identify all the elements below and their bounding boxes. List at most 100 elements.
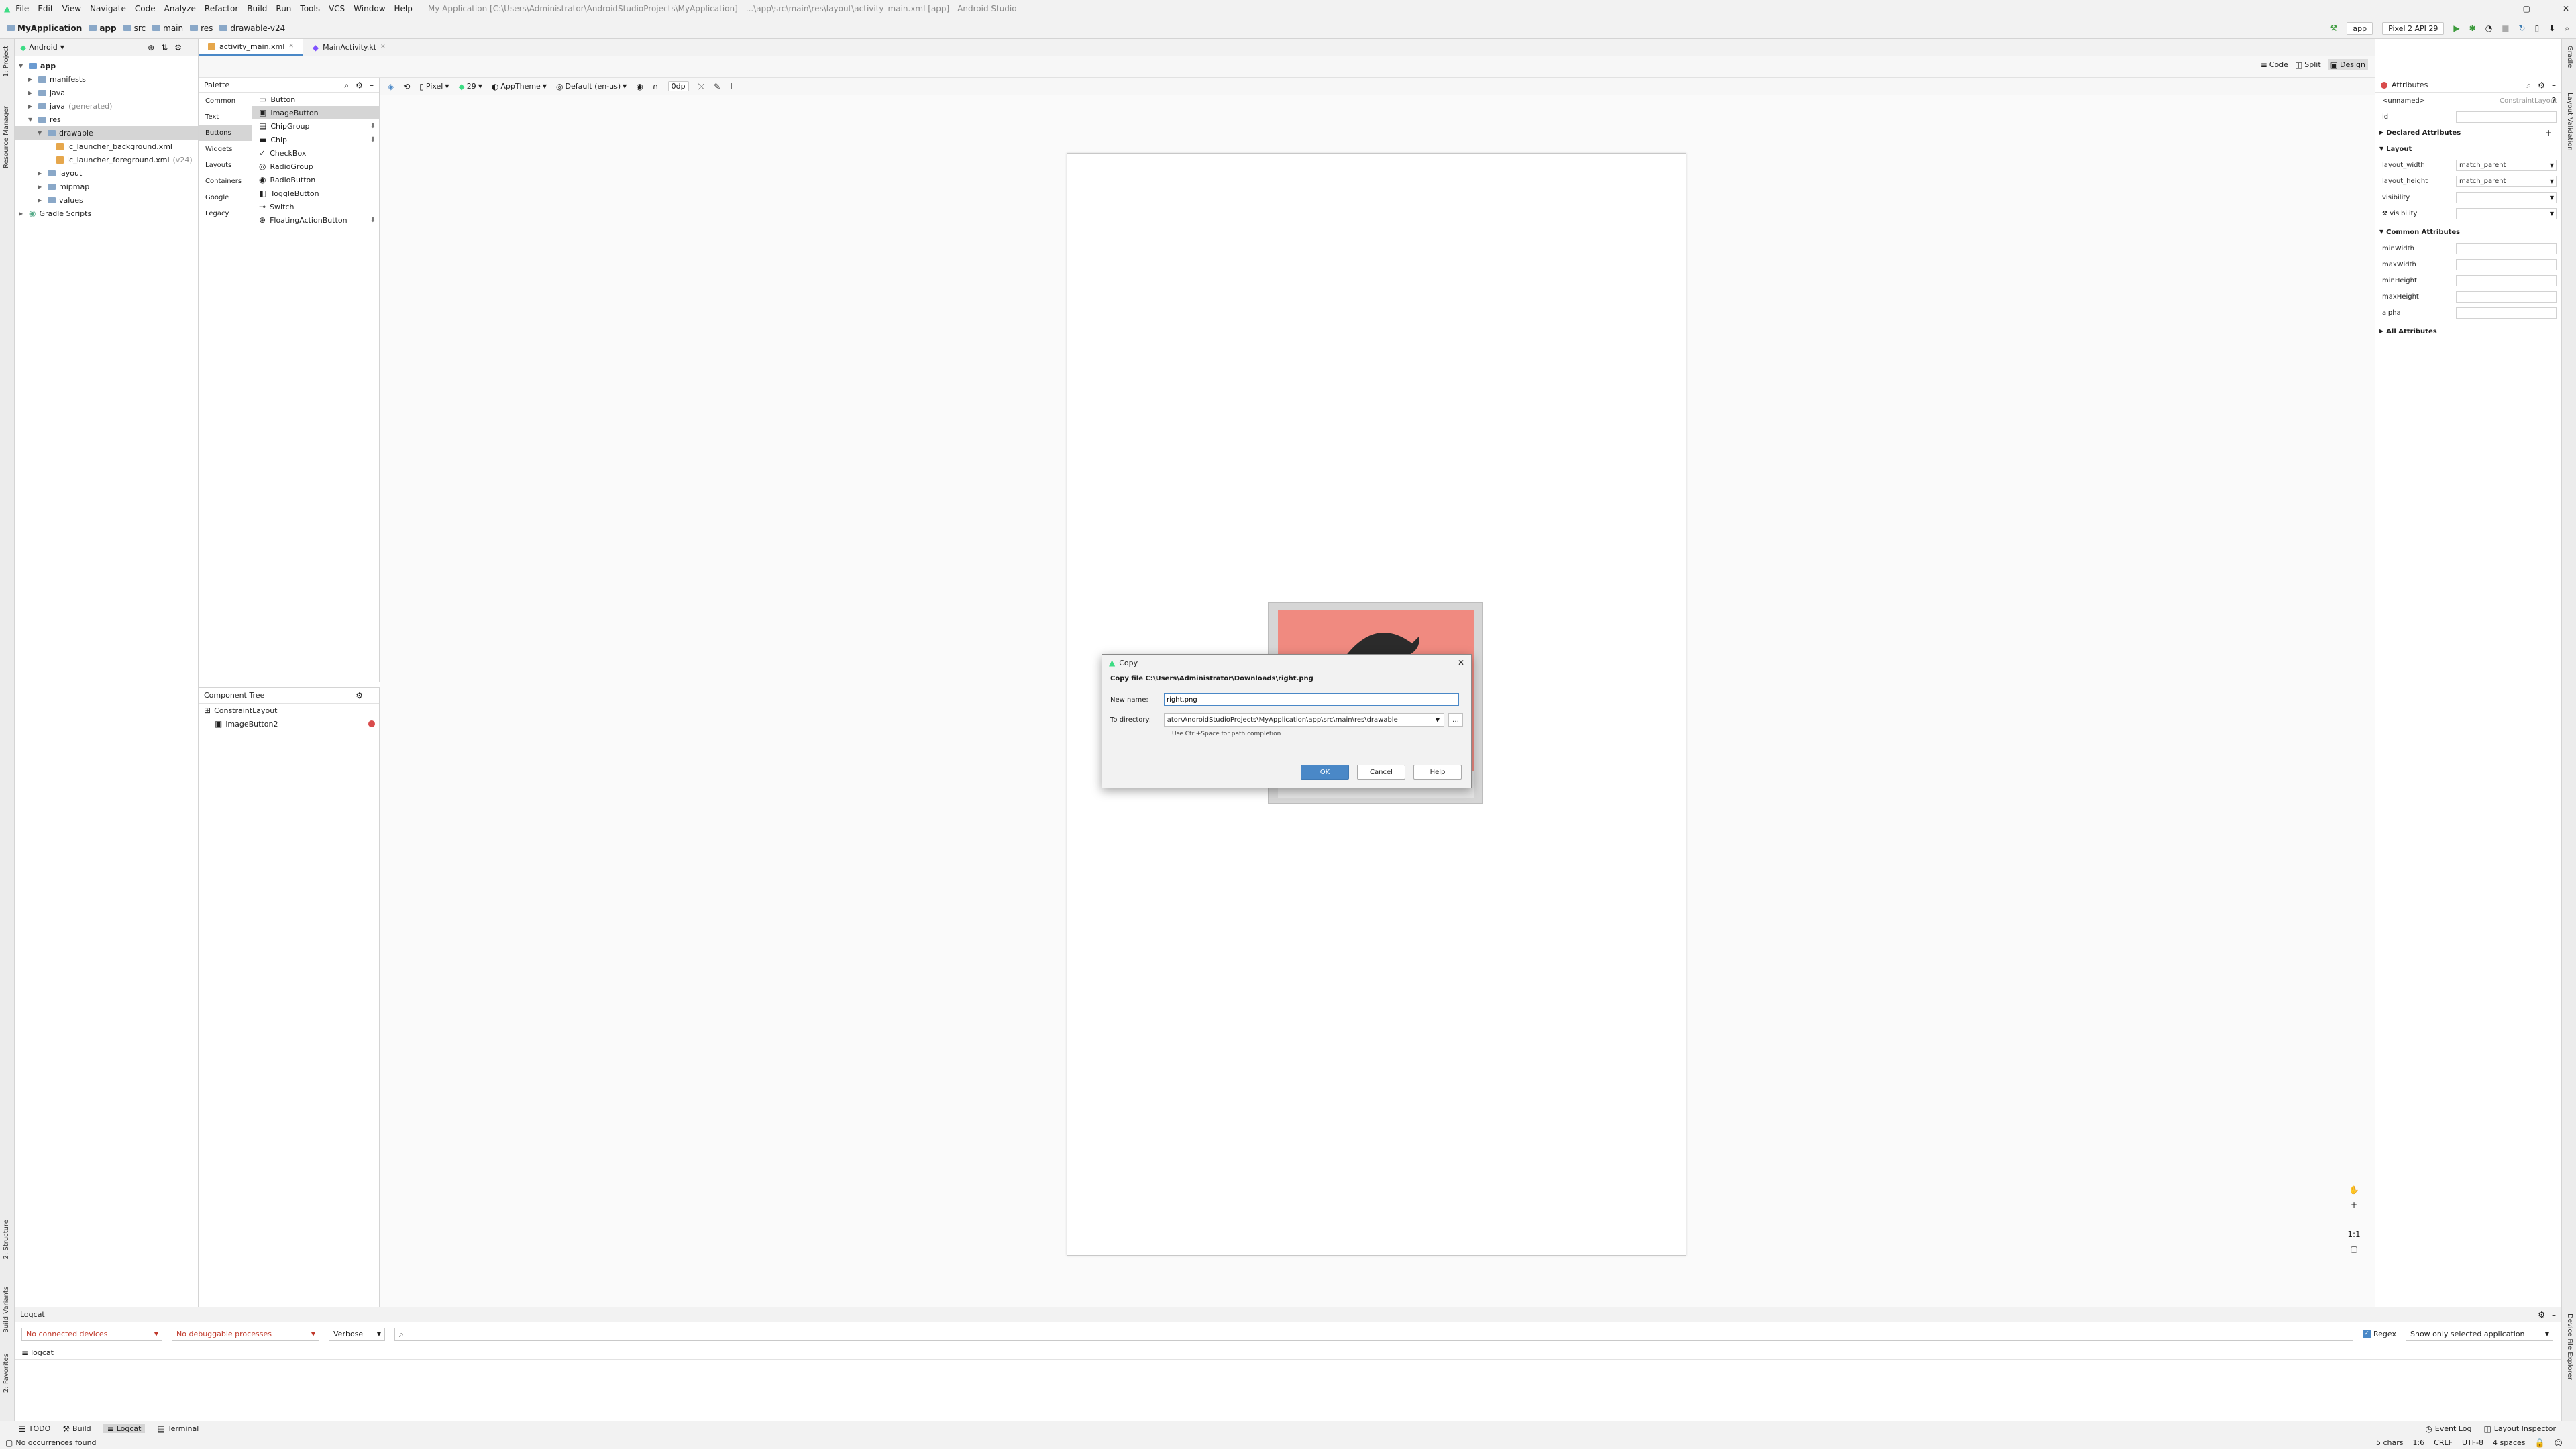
mode-code[interactable]: ≡ Code: [2261, 60, 2288, 69]
close-icon[interactable]: ✕: [1458, 659, 1464, 667]
menu-vcs[interactable]: VCS: [329, 4, 345, 13]
minwidth-field[interactable]: [2456, 242, 2557, 254]
event-log-button[interactable]: ◷ Event Log: [2425, 1424, 2471, 1433]
hide-icon[interactable]: –: [2552, 1311, 2556, 1319]
api-select[interactable]: ◆ 29 ▼: [459, 82, 482, 91]
terminal-tool-button[interactable]: ▤ Terminal: [157, 1424, 199, 1433]
sdk-manager-icon[interactable]: ⬇: [2548, 24, 2555, 32]
menu-view[interactable]: View: [62, 4, 81, 13]
hammer-icon[interactable]: ⚒: [2330, 24, 2338, 32]
palette-item-imagebutton[interactable]: ▣ ImageButton: [252, 106, 380, 119]
tab-main-activity[interactable]: ◆ MainActivity.kt ✕: [303, 39, 395, 56]
new-name-input[interactable]: [1164, 693, 1459, 706]
chevron-down-icon[interactable]: ▼: [1436, 717, 1440, 723]
maximize-icon[interactable]: ▢: [2523, 5, 2530, 13]
breadcrumb-main[interactable]: main: [152, 23, 183, 33]
project-tool-tab[interactable]: 1: Project: [3, 46, 10, 77]
palette-category-layouts[interactable]: Layouts: [199, 157, 252, 173]
fit-screen-icon[interactable]: ▢: [2350, 1245, 2357, 1253]
palette-item-chip[interactable]: ▬ Chip ⬇: [252, 133, 380, 146]
close-window-icon[interactable]: ✕: [2563, 5, 2569, 13]
palette-category-buttons[interactable]: Buttons: [199, 125, 252, 141]
zoom-in-icon[interactable]: +: [2351, 1201, 2357, 1209]
palette-category-legacy[interactable]: Legacy: [199, 205, 252, 221]
gear-icon[interactable]: ⚙: [2538, 1311, 2545, 1319]
palette-category-containers[interactable]: Containers: [199, 173, 252, 189]
palette-category-widgets[interactable]: Widgets: [199, 141, 252, 157]
id-field[interactable]: [2456, 111, 2557, 123]
locale-select[interactable]: ◎ Default (en-us) ▼: [556, 82, 627, 91]
collapse-icon[interactable]: ⇅: [161, 44, 168, 52]
section-all-attributes[interactable]: ▶ All Attributes: [2375, 323, 2561, 339]
gear-icon[interactable]: ⚙: [174, 44, 182, 52]
download-icon[interactable]: ⬇: [370, 217, 376, 224]
palette-category-text[interactable]: Text: [199, 109, 252, 125]
menu-code[interactable]: Code: [135, 4, 156, 13]
section-common-attributes[interactable]: ▼ Common Attributes: [2375, 224, 2561, 240]
run-config-select[interactable]: app: [2347, 21, 2373, 35]
menu-tools[interactable]: Tools: [300, 4, 320, 13]
zoom-to-fit-icon[interactable]: 1:1: [2347, 1230, 2360, 1238]
palette-item-switch[interactable]: ⊸ Switch: [252, 200, 380, 213]
breadcrumb-drawable[interactable]: drawable-v24: [219, 23, 285, 33]
menu-run[interactable]: Run: [276, 4, 291, 13]
locate-icon[interactable]: ⊕: [148, 44, 154, 52]
zoom-out-icon[interactable]: –: [2352, 1216, 2356, 1224]
tree-item-values[interactable]: ▶ values: [15, 193, 198, 207]
tree-item-java-generated[interactable]: ▶ java (generated): [15, 99, 198, 113]
layout-height-select[interactable]: match_parent ▼: [2456, 175, 2557, 187]
ok-button[interactable]: OK: [1301, 765, 1349, 780]
menu-navigate[interactable]: Navigate: [90, 4, 126, 13]
to-directory-combo[interactable]: ator\AndroidStudioProjects\MyApplication…: [1163, 713, 1445, 727]
sync-icon[interactable]: ↻: [2519, 24, 2526, 32]
gradle-tab[interactable]: Gradle: [2566, 46, 2573, 68]
run-icon[interactable]: ▶: [2453, 24, 2459, 32]
resource-manager-tab[interactable]: Resource Manager: [3, 106, 10, 168]
todo-tool-button[interactable]: ☰ TODO: [19, 1424, 50, 1433]
tree-item-mipmap[interactable]: ▶ mipmap: [15, 180, 198, 193]
logcat-search-input[interactable]: ⌕: [394, 1327, 2353, 1341]
hide-icon[interactable]: –: [189, 44, 193, 52]
tree-item-java[interactable]: ▶ java: [15, 86, 198, 99]
palette-category-common[interactable]: Common: [199, 93, 252, 109]
palette-category-google[interactable]: Google: [199, 189, 252, 205]
search-icon[interactable]: ⌕: [2527, 81, 2532, 89]
component-imagebutton2[interactable]: ▣ imageButton2: [199, 717, 379, 731]
debug-icon[interactable]: ✱: [2469, 24, 2476, 32]
infer-constraints-icon[interactable]: ✎: [714, 83, 720, 91]
mode-split[interactable]: ◫ Split: [2295, 60, 2321, 69]
close-icon[interactable]: ✕: [380, 44, 386, 50]
menu-edit[interactable]: Edit: [38, 4, 53, 13]
maxheight-field[interactable]: [2456, 290, 2557, 303]
log-level-dropdown[interactable]: Verbose ▼: [329, 1327, 385, 1341]
view-options-icon[interactable]: ◉: [636, 83, 643, 91]
tree-item-res[interactable]: ▼ res: [15, 113, 198, 126]
logcat-tab[interactable]: ≡ logcat: [15, 1346, 2561, 1360]
layout-inspector-button[interactable]: ◫ Layout Inspector: [2483, 1424, 2556, 1433]
status-line-separator[interactable]: CRLF: [2434, 1438, 2453, 1447]
tree-item-ic-launcher-foreground[interactable]: ic_launcher_foreground.xml (v24): [15, 153, 198, 166]
palette-item-chipgroup[interactable]: ▤ ChipGroup ⬇: [252, 119, 380, 133]
hide-icon[interactable]: –: [2552, 81, 2556, 89]
gear-icon[interactable]: ⚙: [2538, 81, 2545, 89]
guidelines-icon[interactable]: I: [730, 83, 733, 91]
help-icon[interactable]: ?: [2552, 97, 2556, 105]
breadcrumb-app[interactable]: app: [89, 23, 117, 33]
help-button[interactable]: Help: [1413, 765, 1462, 780]
favorites-tab[interactable]: 2: Favorites: [3, 1354, 10, 1393]
gear-icon[interactable]: ⚙: [356, 692, 363, 700]
tree-item-gradle-scripts[interactable]: ▶ ◉ Gradle Scripts: [15, 207, 198, 220]
section-layout[interactable]: ▼ Layout: [2375, 141, 2561, 157]
minimize-icon[interactable]: –: [2487, 5, 2491, 13]
menu-build[interactable]: Build: [247, 4, 267, 13]
menu-help[interactable]: Help: [394, 4, 413, 13]
clear-constraints-icon[interactable]: ⤫: [698, 83, 705, 91]
tree-item-layout[interactable]: ▶ layout: [15, 166, 198, 180]
device-file-explorer-tab[interactable]: Device File Explorer: [2566, 1313, 2573, 1380]
tree-item-manifests[interactable]: ▶ manifests: [15, 72, 198, 86]
palette-item-togglebutton[interactable]: ◧ ToggleButton: [252, 186, 380, 200]
tools-visibility-select[interactable]: ▼: [2456, 207, 2557, 219]
lock-icon[interactable]: 🔓: [2535, 1439, 2545, 1447]
regex-checkbox[interactable]: ✓ Regex: [2363, 1330, 2396, 1338]
project-view-select[interactable]: ◆ Android ▼: [20, 43, 64, 52]
